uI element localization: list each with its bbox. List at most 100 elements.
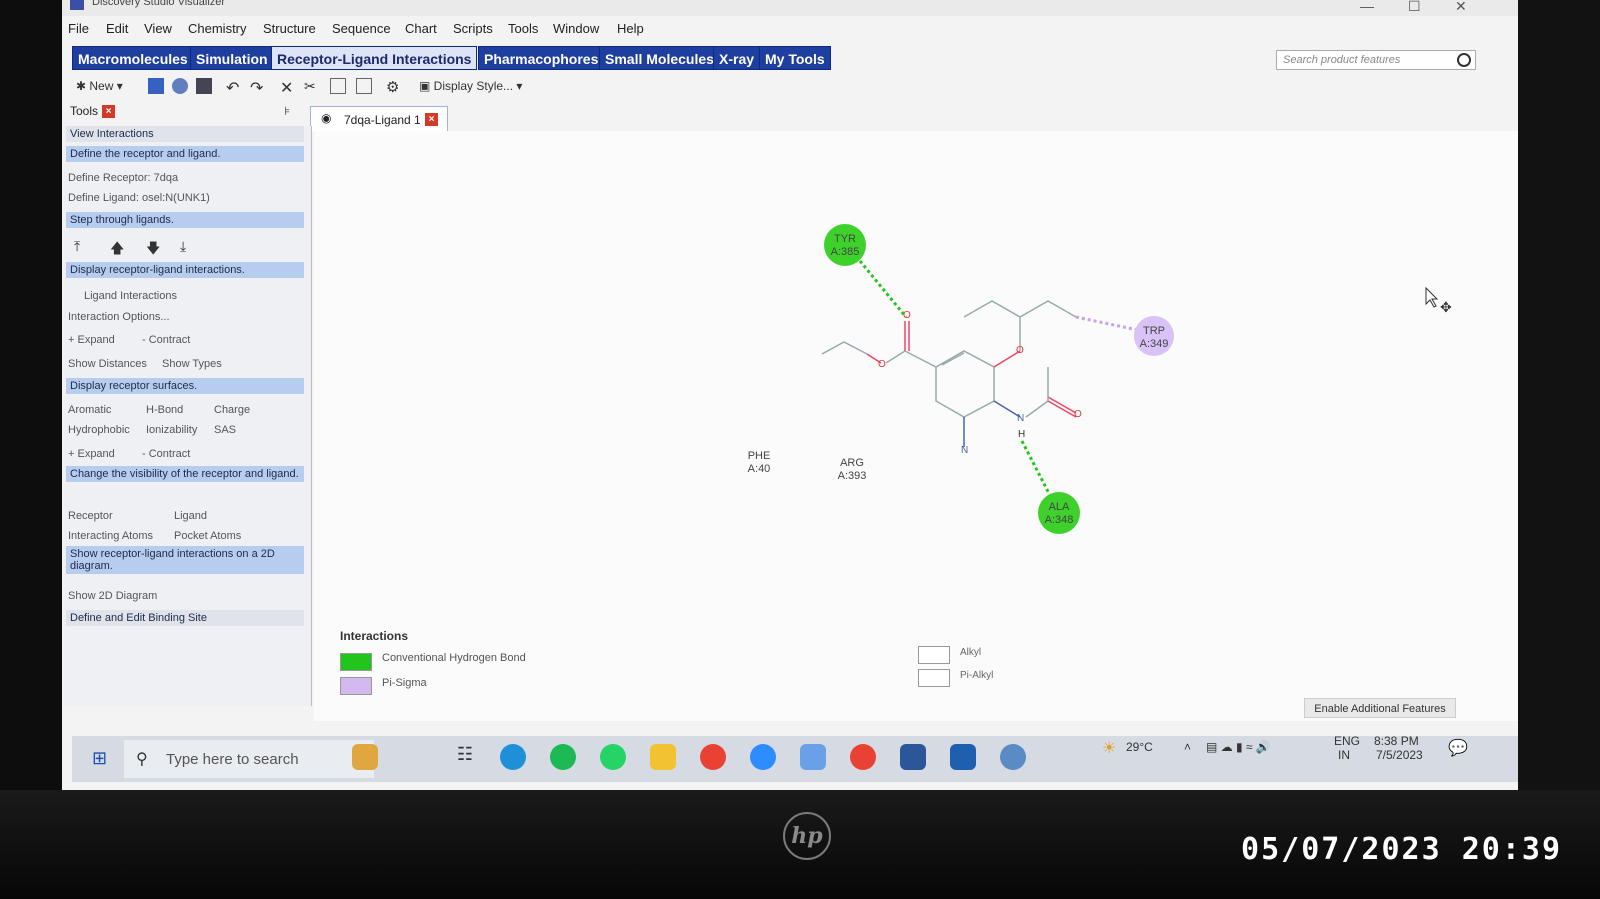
taskbar-search-box[interactable]: ⚲ Type here to search <box>124 740 374 778</box>
menu-chemistry[interactable]: Chemistry <box>188 21 247 36</box>
tab-xray[interactable]: X-ray <box>713 46 761 70</box>
clock-date[interactable]: 7/5/2023 <box>1376 748 1423 762</box>
atom-n1: N <box>1017 413 1024 424</box>
previous-ligand-icon[interactable]: 🡅 <box>110 238 124 262</box>
menu-tools[interactable]: Tools <box>508 21 538 36</box>
open-icon[interactable] <box>148 78 164 94</box>
contract-link[interactable]: - Contract <box>142 448 190 460</box>
task-view-icon[interactable]: ☷ <box>452 744 478 770</box>
menu-file[interactable]: File <box>68 21 89 36</box>
search-icon[interactable] <box>1457 53 1471 67</box>
widgets-icon[interactable] <box>352 744 378 770</box>
search-input[interactable]: Search product features <box>1276 50 1476 70</box>
show-distances-link[interactable]: Show Distances <box>68 358 147 370</box>
notifications-icon[interactable]: 💬 <box>1448 738 1468 758</box>
display-style-button[interactable]: ▣ Display Style... ▾ <box>419 79 522 93</box>
surface-ionizability-link[interactable]: Ionizability <box>146 424 197 436</box>
save-icon[interactable] <box>196 78 212 94</box>
discovery-studio-icon[interactable] <box>950 744 976 770</box>
tab-my-tools[interactable]: My Tools <box>759 46 831 70</box>
first-ligand-icon[interactable]: ⤒ <box>74 238 80 255</box>
maximize-icon[interactable]: ☐ <box>1408 0 1421 15</box>
residue-tyr-chain: A:385 <box>831 246 860 258</box>
show-types-link[interactable]: Show Types <box>162 358 222 370</box>
clock-time[interactable]: 8:38 PM <box>1374 734 1419 748</box>
expand-link[interactable]: + Expand <box>68 334 115 346</box>
zoom-icon[interactable] <box>750 744 776 770</box>
cut-icon[interactable]: ✂ <box>304 78 320 94</box>
settings-icon[interactable]: ⚙ <box>386 78 402 96</box>
define-ligand-link[interactable]: Define Ligand: osel:N(UNK1) <box>68 192 210 204</box>
chevron-up-icon[interactable]: ˄ <box>1184 740 1191 754</box>
spotify-icon[interactable] <box>550 744 576 770</box>
surface-hbond-link[interactable]: H-Bond <box>146 404 183 416</box>
edge-icon[interactable] <box>500 744 526 770</box>
surface-aromatic-link[interactable]: Aromatic <box>68 404 111 416</box>
menu-view[interactable]: View <box>144 21 172 36</box>
menu-chart[interactable]: Chart <box>405 21 437 36</box>
tab-macromolecules[interactable]: Macromolecules <box>72 46 194 70</box>
tools-tab[interactable]: Tools × <box>70 104 116 119</box>
language[interactable]: ENG <box>1334 734 1360 748</box>
menu-edit[interactable]: Edit <box>106 21 128 36</box>
expand-link[interactable]: + Expand <box>68 448 115 460</box>
copy-icon[interactable] <box>330 78 346 94</box>
toggle-receptor-link[interactable]: Receptor <box>68 510 113 522</box>
surface-charge-link[interactable]: Charge <box>214 404 250 416</box>
menu-window[interactable]: Window <box>553 21 599 36</box>
legend-alkyl-label: Alkyl <box>960 647 982 658</box>
close-window-icon[interactable]: ✕ <box>1455 0 1467 15</box>
surface-hydrophobic-link[interactable]: Hydrophobic <box>68 424 130 436</box>
legend-alkyl-swatch <box>918 646 950 664</box>
interaction-options-link[interactable]: Interaction Options... <box>68 311 170 323</box>
weather-temp[interactable]: 29°C <box>1126 740 1153 754</box>
search-icon: ⚲ <box>136 751 148 768</box>
show-2d-diagram-link[interactable]: Show 2D Diagram <box>68 590 157 602</box>
ligand-interactions-link[interactable]: Ligand Interactions <box>84 290 177 302</box>
surface-sas-link[interactable]: SAS <box>214 424 236 436</box>
contract-link[interactable]: - Contract <box>142 334 190 346</box>
region[interactable]: IN <box>1338 748 1350 762</box>
menu-help[interactable]: Help <box>617 21 644 36</box>
toggle-ligand-link[interactable]: Ligand <box>174 510 207 522</box>
open-url-icon[interactable] <box>172 78 188 94</box>
close-icon[interactable]: × <box>102 105 116 119</box>
tab-simulation[interactable]: Simulation <box>190 46 274 70</box>
toggle-interacting-atoms-link[interactable]: Interacting Atoms <box>68 530 153 542</box>
word-icon[interactable] <box>900 744 926 770</box>
toggle-pocket-atoms-link[interactable]: Pocket Atoms <box>174 530 241 542</box>
close-icon[interactable]: × <box>425 113 438 126</box>
diagram-canvas[interactable]: O O O O N H N TYR A:385 TRP A:349 ALA A:… <box>314 131 1518 721</box>
minimize-icon[interactable]: — <box>1360 0 1374 14</box>
new-button[interactable]: ✱ New ▾ <box>76 79 123 93</box>
tray-icons[interactable]: ▤ ☁ ▮ ≈ 🔊 <box>1206 740 1271 754</box>
paste-icon[interactable] <box>356 78 372 94</box>
binding-site-header[interactable]: Define and Edit Binding Site <box>66 610 304 626</box>
file-explorer-icon[interactable] <box>650 744 676 770</box>
chrome-profile-icon[interactable] <box>850 744 876 770</box>
menu-scripts[interactable]: Scripts <box>453 21 493 36</box>
view-interactions-header[interactable]: View Interactions <box>66 126 304 142</box>
menu-structure[interactable]: Structure <box>263 21 316 36</box>
chrome-icon[interactable] <box>700 744 726 770</box>
redo-icon[interactable]: ↷ <box>250 78 266 97</box>
globe-icon[interactable] <box>1000 744 1026 770</box>
windows-start-icon[interactable]: ⊞ <box>92 748 107 769</box>
diagram-section: Show receptor-ligand interactions on a 2… <box>66 546 304 574</box>
atom-o3: O <box>1016 345 1024 356</box>
legend-title: Interactions <box>340 629 409 643</box>
document-tab[interactable]: ◉ 7dqa-Ligand 1 × <box>310 106 448 132</box>
tab-pharmacophores[interactable]: Pharmacophores <box>478 46 605 70</box>
enable-features-button[interactable]: Enable Additional Features <box>1304 698 1456 718</box>
define-receptor-link[interactable]: Define Receptor: 7dqa <box>68 172 178 184</box>
menu-sequence[interactable]: Sequence <box>332 21 391 36</box>
tab-receptor-ligand[interactable]: Receptor-Ligand Interactions <box>271 46 478 70</box>
app-icon[interactable] <box>800 744 826 770</box>
whatsapp-icon[interactable] <box>600 744 626 770</box>
delete-icon[interactable]: ✕ <box>280 78 296 97</box>
undo-icon[interactable]: ↶ <box>226 78 242 97</box>
next-ligand-icon[interactable]: 🡇 <box>146 238 160 262</box>
last-ligand-icon[interactable]: ⤓ <box>180 238 186 255</box>
pin-icon[interactable]: ⊧ <box>284 104 290 118</box>
tab-small-molecules[interactable]: Small Molecules <box>599 46 720 70</box>
